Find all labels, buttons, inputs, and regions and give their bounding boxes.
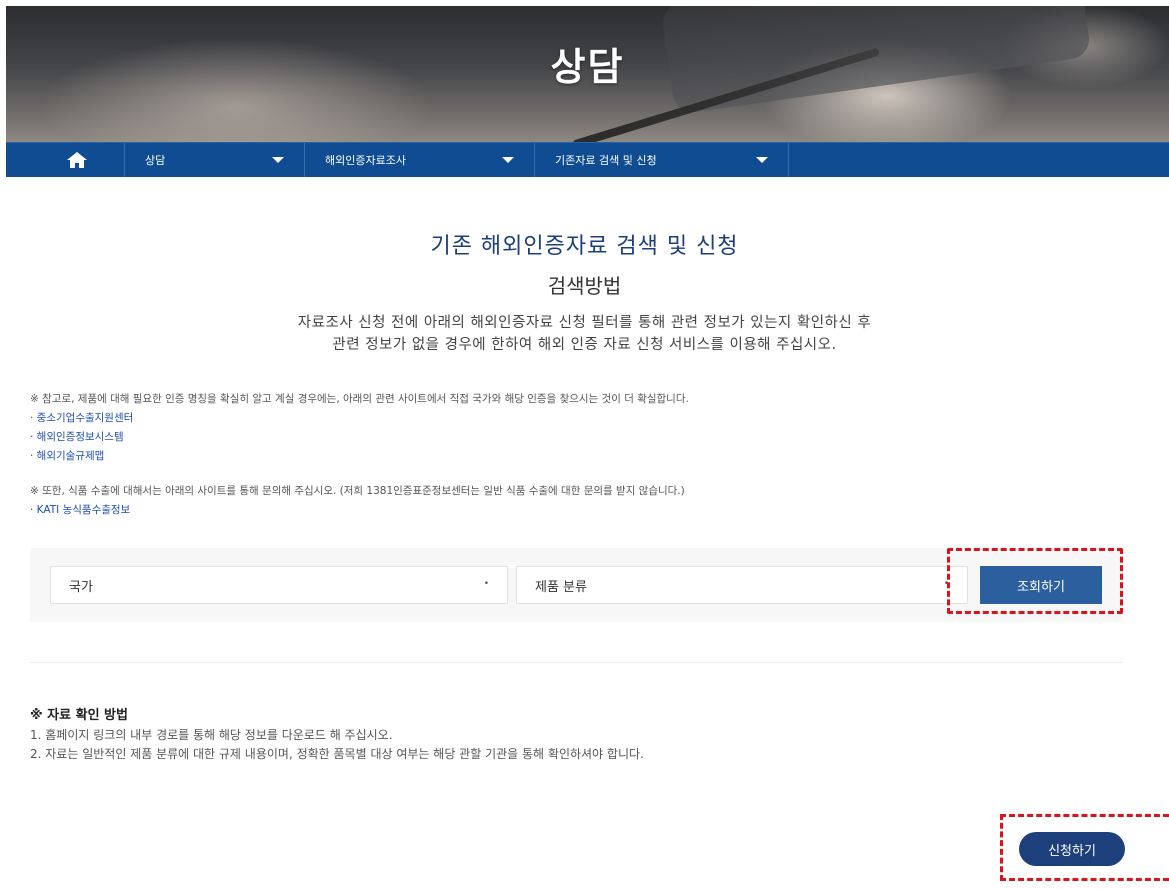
hero-title: 상담: [550, 45, 625, 89]
product-select-label: 제품 분류: [535, 579, 587, 595]
description-line: 자료조사 신청 전에 아래의 해외인증자료 신청 필터를 통해 관련 정보가 있…: [297, 315, 872, 331]
caret-down-icon: [756, 157, 768, 163]
link-sme-export-center[interactable]: · 중소기업수출지원센터: [30, 409, 689, 428]
link-kati[interactable]: · KATI 농식품수출정보: [30, 501, 689, 520]
nav-home-button[interactable]: [30, 143, 125, 177]
reference-notes: ※ 참고로, 제품에 대해 필요한 인증 명칭을 확실히 알고 계실 경우에는,…: [30, 390, 689, 520]
home-icon: [67, 152, 87, 168]
divider: [30, 662, 1123, 663]
instruction-line: 2. 자료는 일반적인 제품 분류에 대한 규제 내용이며, 정확한 품목별 대…: [30, 747, 644, 761]
search-description: 자료조사 신청 전에 아래의 해외인증자료 신청 필터를 통해 관련 정보가 있…: [0, 312, 1169, 356]
link-overseas-cert-info-system[interactable]: · 해외인증정보시스템: [30, 428, 689, 447]
dropdown-indicator-icon: •: [483, 579, 489, 589]
description-line: 관련 정보가 없을 경우에 한하여 해외 인증 자료 신청 서비스를 이용해 주…: [332, 337, 837, 353]
note-text: ※ 참고로, 제품에 대해 필요한 인증 명칭을 확실히 알고 계실 경우에는,…: [30, 393, 689, 405]
nav-item-label: 해외인증자료조사: [325, 154, 406, 167]
instruction-line: 1. 홈페이지 링크의 내부 경로를 통해 해당 정보를 다운로드 해 주십시오…: [30, 728, 393, 742]
instructions-heading: ※ 자료 확인 방법: [30, 708, 128, 723]
link-overseas-tech-regulation-map[interactable]: · 해외기술규제맵: [30, 447, 689, 466]
nav-item-consult[interactable]: 상담: [125, 143, 305, 177]
nav-item-overseas-cert-research[interactable]: 해외인증자료조사: [305, 143, 535, 177]
hero-banner: 상담: [6, 6, 1169, 142]
country-select[interactable]: 국가 •: [50, 566, 508, 604]
breadcrumb-nav: 상담 해외인증자료조사 기존자료 검색 및 신청: [6, 142, 1169, 177]
section-subtitle: 검색방법: [547, 274, 622, 298]
caret-down-icon: [272, 157, 284, 163]
data-check-instructions: ※ 자료 확인 방법 1. 홈페이지 링크의 내부 경로를 통해 해당 정보를 …: [30, 706, 644, 764]
product-category-select[interactable]: 제품 분류 •: [516, 566, 968, 604]
apply-button[interactable]: 신청하기: [1019, 832, 1125, 866]
country-select-label: 국가: [69, 579, 93, 595]
nav-item-label: 기존자료 검색 및 신청: [555, 154, 657, 167]
page-title: 기존 해외인증자료 검색 및 신청: [430, 234, 739, 259]
note-text: ※ 또한, 식품 수출에 대해서는 아래의 사이트를 통해 문의해 주십시오. …: [30, 485, 685, 497]
search-button-highlight: [947, 548, 1123, 614]
caret-down-icon: [502, 157, 514, 163]
nav-item-existing-data-search[interactable]: 기존자료 검색 및 신청: [535, 143, 789, 177]
nav-item-label: 상담: [145, 154, 166, 167]
